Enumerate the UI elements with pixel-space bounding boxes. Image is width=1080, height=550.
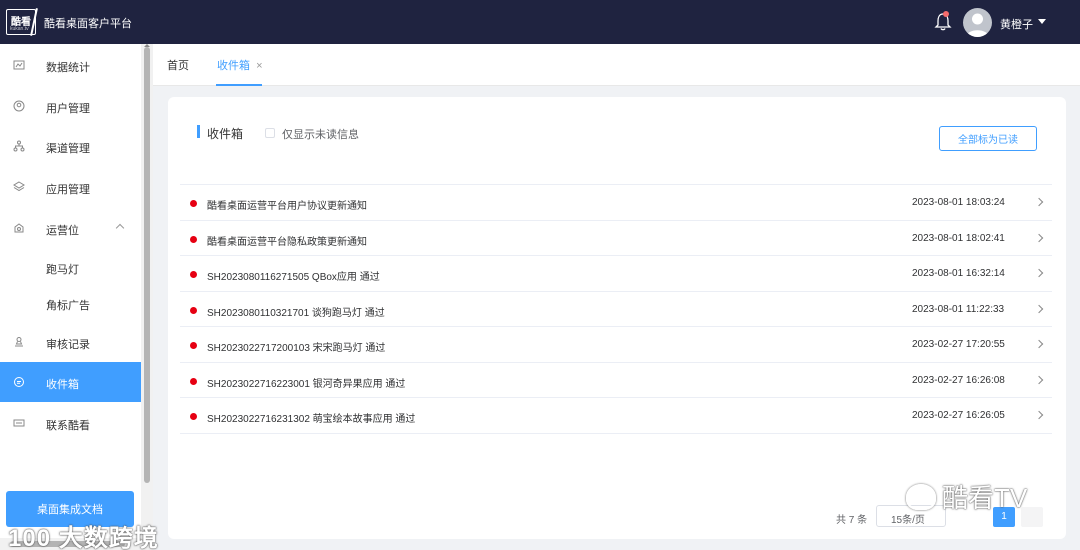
tab-home[interactable]: 首页 bbox=[167, 57, 189, 73]
message-text: SH2023022717200103 宋宋跑马灯 通过 bbox=[207, 343, 386, 354]
sidebar: 数据统计 用户管理 渠道管理 应用管理 运营位 跑马灯 角标广告 审核记录 收件… bbox=[0, 44, 153, 550]
message-time: 2023-02-27 16:26:05 bbox=[912, 410, 1005, 421]
unread-dot bbox=[190, 306, 197, 314]
message-time: 2023-08-01 18:02:41 bbox=[912, 232, 1005, 244]
chevron-right-icon[interactable] bbox=[1034, 268, 1044, 278]
watermark-text: 酷看TV bbox=[942, 483, 1028, 513]
pagination-total: 共 7 条 bbox=[836, 515, 868, 526]
user-avatar-icon bbox=[966, 13, 989, 37]
sidebar-item-label: 角标广告 bbox=[46, 300, 90, 312]
sidebar-item-label: 用户管理 bbox=[46, 103, 90, 115]
unread-dot bbox=[190, 342, 197, 349]
sidebar-item-marquee[interactable]: 跑马灯 bbox=[0, 247, 141, 287]
message-row[interactable]: 酷看桌面运营平台隐私政策更新通知 2023-08-01 18:02:41 bbox=[180, 221, 1052, 256]
chart-icon bbox=[13, 60, 25, 70]
unread-dot bbox=[190, 200, 197, 207]
chevron-right-icon[interactable] bbox=[1034, 375, 1044, 384]
sidebar-item-label: 跑马灯 bbox=[46, 264, 79, 276]
top-header: 酷看 kukan.tv 酷看桌面客户平台 黄橙子 bbox=[0, 0, 1080, 44]
operation-icon bbox=[14, 223, 24, 233]
sidebar-item-apps[interactable]: 应用管理 bbox=[0, 167, 141, 207]
message-text: 酷看桌面运营平台用户协议更新通知 bbox=[207, 201, 367, 212]
title-accent-bar bbox=[197, 125, 200, 138]
sidebar-scrollbar-thumb[interactable] bbox=[144, 47, 150, 483]
audit-icon bbox=[15, 337, 23, 347]
sidebar-item-corner-ads[interactable]: 角标广告 bbox=[0, 283, 141, 323]
message-text: SH2023022716223001 银河奇异果应用 通过 bbox=[207, 378, 406, 390]
message-row[interactable]: SH2023080110321701 谈狗跑马灯 通过 2023-08-01 1… bbox=[180, 292, 1052, 327]
message-time: 2023-08-01 16:32:14 bbox=[912, 268, 1005, 279]
sidebar-item-label: 联系酷看 bbox=[46, 420, 90, 432]
app-title: 酷看桌面客户平台 bbox=[44, 18, 132, 30]
tab-bar: 首页 收件箱 × bbox=[153, 44, 1080, 86]
sidebar-item-label: 运营位 bbox=[46, 225, 79, 237]
chevron-right-icon[interactable] bbox=[1034, 339, 1044, 349]
message-row[interactable]: SH2023022716231302 萌宝绘本故事应用 通过 2023-02-2… bbox=[180, 398, 1052, 434]
message-row[interactable]: SH2023022716223001 银河奇异果应用 通过 2023-02-27… bbox=[180, 363, 1052, 398]
message-text: 酷看桌面运营平台隐私政策更新通知 bbox=[207, 236, 367, 248]
sidebar-item-label: 渠道管理 bbox=[46, 143, 90, 155]
sidebar-item-label: 应用管理 bbox=[46, 184, 90, 196]
contact-icon bbox=[13, 419, 25, 427]
page-title: 收件箱 bbox=[207, 127, 244, 141]
chevron-right-icon[interactable] bbox=[1034, 197, 1044, 207]
sidebar-item-channels[interactable]: 渠道管理 bbox=[0, 126, 141, 166]
watermark-dashu: 100 大数跨境 bbox=[8, 525, 159, 550]
unread-dot bbox=[190, 377, 197, 385]
active-tab-underline bbox=[216, 84, 262, 86]
wechat-logo-icon bbox=[906, 483, 936, 510]
user-name[interactable]: 黄橙子 bbox=[1000, 16, 1033, 32]
sidebar-item-operation[interactable]: 运营位 bbox=[0, 208, 141, 248]
unread-dot bbox=[190, 413, 197, 420]
message-time: 2023-08-01 11:22:33 bbox=[912, 303, 1005, 315]
chevron-right-icon[interactable] bbox=[1034, 410, 1044, 420]
unread-only-checkbox[interactable] bbox=[265, 128, 275, 138]
message-text: SH2023022716231302 萌宝绘本故事应用 通过 bbox=[207, 414, 416, 425]
user-icon bbox=[13, 100, 25, 112]
tab-inbox-label: 收件箱 bbox=[217, 60, 250, 72]
sidebar-item-label: 收件箱 bbox=[46, 379, 79, 391]
sidebar-item-data-stats[interactable]: 数据统计 bbox=[0, 45, 141, 85]
chevron-up-icon bbox=[115, 223, 125, 233]
message-row[interactable]: SH2023022717200103 宋宋跑马灯 通过 2023-02-27 1… bbox=[180, 327, 1052, 363]
avatar[interactable] bbox=[963, 8, 992, 37]
message-row[interactable]: 酷看桌面运营平台用户协议更新通知 2023-08-01 18:03:24 bbox=[180, 185, 1052, 221]
sidebar-item-users[interactable]: 用户管理 bbox=[0, 86, 141, 126]
sidebar-item-label: 审核记录 bbox=[46, 339, 90, 351]
message-time: 2023-08-01 18:03:24 bbox=[912, 197, 1005, 208]
chevron-down-icon[interactable] bbox=[1038, 19, 1046, 24]
message-text: SH2023080116271505 QBox应用 通过 bbox=[207, 272, 380, 283]
notification-badge bbox=[943, 11, 949, 17]
sidebar-item-label: 数据统计 bbox=[46, 62, 90, 74]
message-time: 2023-02-27 17:20:55 bbox=[912, 339, 1005, 350]
unread-only-label[interactable]: 仅显示未读信息 bbox=[282, 126, 359, 142]
unread-dot bbox=[190, 235, 197, 243]
layers-icon bbox=[13, 181, 25, 192]
close-icon[interactable]: × bbox=[256, 60, 262, 72]
tab-inbox[interactable]: 收件箱 × bbox=[217, 57, 263, 73]
sidebar-item-contact[interactable]: 联系酷看 bbox=[0, 403, 141, 443]
message-time: 2023-02-27 16:26:08 bbox=[912, 374, 1005, 386]
chevron-right-icon[interactable] bbox=[1034, 304, 1044, 313]
message-row[interactable]: SH2023080116271505 QBox应用 通过 2023-08-01 … bbox=[180, 256, 1052, 292]
chevron-right-icon[interactable] bbox=[1034, 233, 1044, 242]
channel-tree-icon bbox=[13, 140, 25, 152]
unread-dot bbox=[190, 271, 197, 278]
sidebar-item-inbox[interactable]: 收件箱 bbox=[0, 362, 141, 402]
message-text: SH2023080110321701 谈狗跑马灯 通过 bbox=[207, 307, 385, 319]
watermark-kukan-tv: 酷看TV bbox=[906, 478, 1027, 515]
logo-subtext: kukan.tv bbox=[10, 26, 29, 32]
mark-all-read-button[interactable]: 全部标为已读 bbox=[939, 126, 1037, 151]
sidebar-item-audit[interactable]: 审核记录 bbox=[0, 322, 141, 362]
message-icon bbox=[14, 377, 24, 387]
